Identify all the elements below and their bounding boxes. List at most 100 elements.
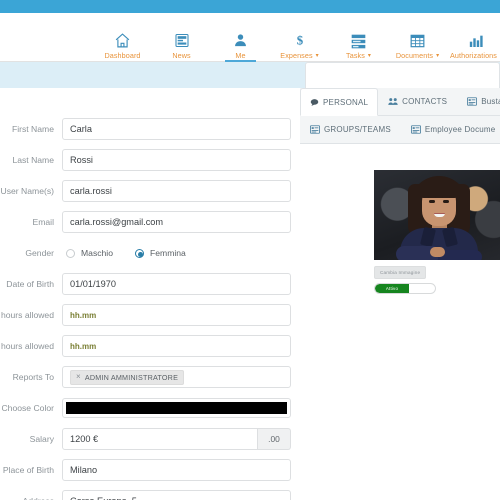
home-icon bbox=[114, 27, 131, 49]
nav-item-label: News bbox=[172, 51, 191, 60]
tab-label: CONTACTS bbox=[402, 97, 448, 106]
active-status-label: Attivo bbox=[375, 284, 409, 293]
gender-radio-group: Maschio Femmina bbox=[62, 242, 291, 264]
hours-allowed-2-input[interactable]: hh.mm bbox=[62, 335, 291, 357]
choose-color-label: Choose Color bbox=[1, 403, 54, 413]
svg-text:$: $ bbox=[296, 34, 303, 48]
nav-item-news[interactable]: News bbox=[152, 17, 211, 62]
form-row-salary: Salary 1200 € .00 bbox=[0, 428, 295, 450]
user-names-input[interactable]: carla.rossi bbox=[62, 180, 291, 202]
salary-decimals: .00 bbox=[258, 428, 291, 450]
choose-color-picker[interactable] bbox=[62, 398, 291, 418]
tab-label: GROUPS/TEAMS bbox=[324, 125, 391, 134]
nav-item-expenses[interactable]: $ Expenses ▾ bbox=[270, 17, 329, 62]
list-icon bbox=[410, 125, 421, 134]
tab-employee-docume[interactable]: Employee Docume bbox=[401, 116, 500, 143]
tab-label: Employee Docume bbox=[424, 125, 496, 134]
profile-tab-panel: PERSONAL CONTACTS Busta GROUPS/TEAMS Employ… bbox=[300, 88, 500, 144]
reports-to-tag-label: ADMIN AMMINISTRATORE bbox=[84, 372, 179, 382]
active-status-toggle[interactable]: Attivo bbox=[374, 283, 436, 294]
date-of-birth-label: Date of Birth bbox=[6, 279, 54, 289]
nav-item-label: Me bbox=[235, 51, 246, 60]
user-icon bbox=[233, 27, 248, 49]
tab-label: PERSONAL bbox=[323, 97, 369, 107]
nav-item-label: Authorizations bbox=[450, 51, 497, 60]
last-name-label: Last Name bbox=[12, 155, 54, 165]
radio-dot-icon bbox=[66, 248, 75, 258]
gender-option-label: Femmina bbox=[150, 248, 186, 258]
address-label: Address bbox=[0, 496, 62, 500]
table-icon bbox=[409, 27, 426, 49]
employee-photo bbox=[374, 170, 500, 260]
tab-label: Busta bbox=[481, 97, 500, 106]
form-row-email: Email carla.rossi@gmail.com bbox=[0, 211, 295, 233]
nav-item-label: Dashboard bbox=[104, 51, 141, 60]
form-row-first-name: First Name Carla bbox=[0, 118, 295, 140]
gender-option-femmina[interactable]: Femmina bbox=[135, 248, 186, 258]
reports-to-control: × ADMIN AMMINISTRATORE bbox=[62, 366, 295, 388]
gender-option-maschio[interactable]: Maschio bbox=[66, 248, 113, 258]
gender-option-label: Maschio bbox=[81, 248, 113, 258]
date-of-birth-control: 01/01/1970 bbox=[62, 273, 295, 295]
form-row-date-of-birth: Date of Birth 01/01/1970 bbox=[0, 273, 295, 295]
hours-allowed-2-label: hours allowed bbox=[0, 341, 54, 351]
user-names-control: carla.rossi bbox=[62, 180, 295, 202]
choose-color-control bbox=[62, 398, 295, 418]
remove-tag-icon[interactable]: × bbox=[76, 373, 81, 381]
first-name-control: Carla bbox=[62, 118, 295, 140]
chevron-down-icon: ▾ bbox=[367, 53, 371, 59]
salary-label: Salary bbox=[29, 434, 54, 444]
radio-dot-icon bbox=[135, 248, 144, 258]
chevron-down-icon: ▾ bbox=[315, 53, 319, 59]
last-name-input[interactable]: Rossi bbox=[62, 149, 291, 171]
nav-item-dashboard[interactable]: Dashboard bbox=[93, 17, 152, 62]
nav-item-authorizations[interactable]: Authorizations▾ bbox=[447, 17, 500, 62]
page-root: Dashboard News Me $ Expenses ▾ Tasks ▾ Documents… bbox=[0, 0, 500, 500]
reports-to-input[interactable]: × ADMIN AMMINISTRATORE bbox=[62, 366, 291, 388]
form-row-hours-allowed-1: hours allowed hh.mm bbox=[0, 304, 295, 326]
tab-personal[interactable]: PERSONAL bbox=[300, 88, 379, 116]
bars-chart-icon bbox=[468, 27, 485, 49]
hours-allowed-1-label: hours allowed bbox=[0, 310, 54, 320]
email-label: Email bbox=[32, 217, 55, 227]
first-name-input[interactable]: Carla bbox=[62, 118, 291, 140]
dollar-icon: $ bbox=[293, 27, 307, 49]
salary-control: 1200 € .00 bbox=[62, 428, 295, 450]
place-of-birth-input[interactable]: Milano bbox=[62, 459, 291, 481]
form-row-place-of-birth: Place of Birth Milano bbox=[0, 459, 295, 481]
personal-details-form: First Name Carla Last Name Rossi User Name(s… bbox=[0, 118, 295, 500]
salary-group: 1200 € .00 bbox=[62, 428, 291, 450]
form-row-user-names: User Name(s) carla.rossi bbox=[0, 180, 295, 202]
date-of-birth-input[interactable]: 01/01/1970 bbox=[62, 273, 291, 295]
nav-item-documents[interactable]: Documents ▾ bbox=[388, 17, 447, 62]
gender-control: Maschio Femmina bbox=[62, 242, 295, 264]
form-row-hours-allowed-2: hours allowed hh.mm bbox=[0, 335, 295, 357]
color-swatch bbox=[66, 402, 287, 414]
hours-allowed-1-input[interactable]: hh.mm bbox=[62, 304, 291, 326]
salary-input[interactable]: 1200 € bbox=[62, 428, 258, 450]
tab-busta[interactable]: Busta bbox=[457, 88, 500, 115]
chevron-down-icon: ▾ bbox=[436, 53, 440, 59]
form-row-reports-to: Reports To × ADMIN AMMINISTRATORE bbox=[0, 366, 295, 388]
nav-item-label: Expenses bbox=[280, 51, 313, 60]
place-of-birth-label: Place of Birth bbox=[2, 465, 54, 475]
form-row-last-name: Last Name Rossi bbox=[0, 149, 295, 171]
tab-panel-top-extension bbox=[305, 62, 500, 88]
comment-icon bbox=[310, 98, 319, 107]
hours-allowed-1-control: hh.mm bbox=[62, 304, 295, 326]
change-image-button[interactable]: Cambia Immagine bbox=[374, 266, 427, 279]
email-input[interactable]: carla.rossi@gmail.com bbox=[62, 211, 291, 233]
list-icon bbox=[467, 97, 478, 106]
tab-contacts[interactable]: CONTACTS bbox=[378, 88, 457, 115]
user-names-label: User Name(s) bbox=[0, 186, 54, 196]
news-icon bbox=[174, 27, 190, 49]
nav-item-tasks[interactable]: Tasks ▾ bbox=[329, 17, 388, 62]
first-name-label: First Name bbox=[11, 124, 54, 134]
tab-groups-teams[interactable]: GROUPS/TEAMS bbox=[300, 116, 401, 143]
nav-item-me[interactable]: Me bbox=[211, 17, 270, 62]
email-control: carla.rossi@gmail.com bbox=[62, 211, 295, 233]
tab-row-secondary: GROUPS/TEAMS Employee Docume bbox=[300, 116, 500, 144]
top-accent-bar bbox=[0, 0, 500, 13]
last-name-control: Rossi bbox=[62, 149, 295, 171]
address-input[interactable]: Corso Europa, 5 bbox=[62, 490, 291, 500]
